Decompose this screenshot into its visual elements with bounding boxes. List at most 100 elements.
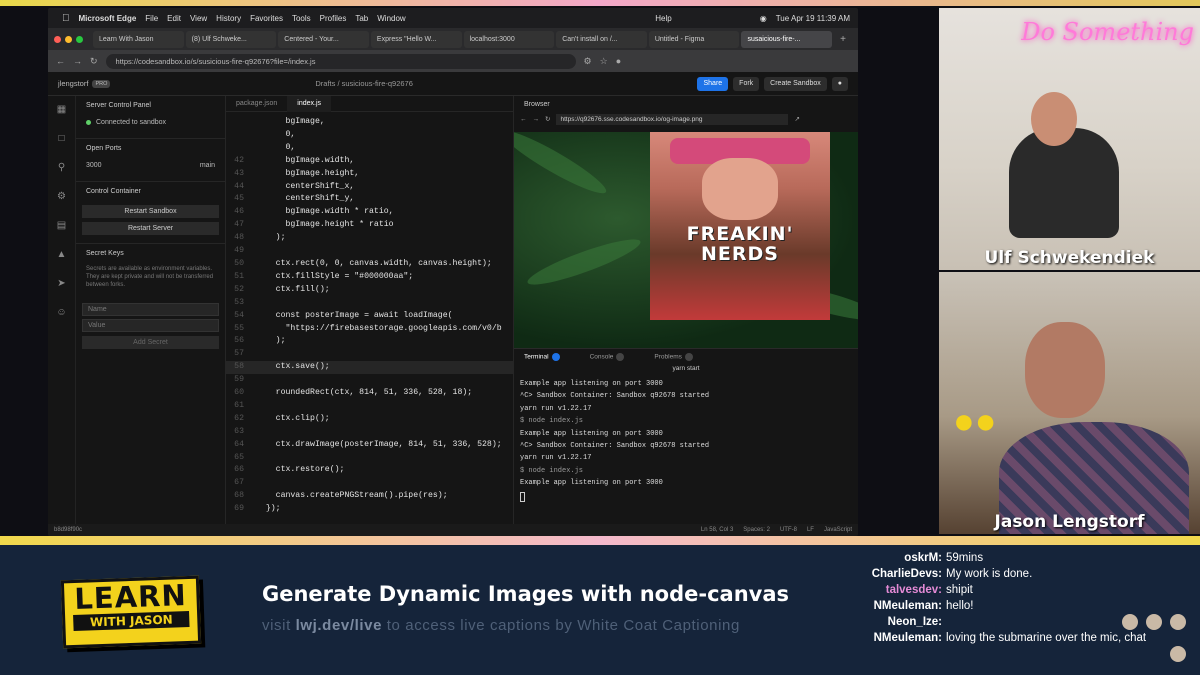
refresh-icon[interactable]: ↻ <box>90 56 98 67</box>
apple-icon[interactable]:  <box>62 13 70 24</box>
code-line[interactable]: 52 ctx.fill(); <box>226 284 513 297</box>
language-mode[interactable]: JavaScript <box>824 527 852 533</box>
code-line[interactable]: 68 canvas.createPNGStream().pipe(res); <box>226 490 513 503</box>
code-line[interactable]: 45 centerShift_y, <box>226 193 513 206</box>
minimize-window-icon[interactable] <box>65 35 72 43</box>
forward-icon[interactable]: → <box>73 56 82 66</box>
breadcrumb[interactable]: Drafts / susicious-fire-q92676 <box>315 79 413 88</box>
cursor-position[interactable]: Ln 58, Col 3 <box>701 527 733 533</box>
open-ports-heading[interactable]: Open Ports <box>76 139 225 158</box>
browser-tab[interactable]: Learn With Jason <box>93 30 184 48</box>
code-line[interactable]: bgImage, <box>226 116 513 129</box>
tab-terminal[interactable]: Terminal <box>524 353 560 361</box>
code-line[interactable]: 56 ); <box>226 335 513 348</box>
url-input[interactable]: https://codesandbox.io/s/susicious-fire-… <box>105 53 576 69</box>
control-container-heading[interactable]: Control Container <box>76 182 225 201</box>
code-line[interactable]: 0, <box>226 129 513 142</box>
menu-history[interactable]: History <box>216 14 241 23</box>
port-number[interactable]: 3000 <box>86 162 102 169</box>
indent-setting[interactable]: Spaces: 2 <box>743 527 770 533</box>
code-line[interactable]: 66 ctx.restore(); <box>226 464 513 477</box>
menu-edit[interactable]: Edit <box>167 14 181 23</box>
code-line[interactable]: 49 <box>226 245 513 258</box>
code-line[interactable]: 54 const posterImage = await loadImage( <box>226 310 513 323</box>
search-icon[interactable]: ⚲ <box>58 162 65 173</box>
notifications-icon[interactable]: ● <box>831 76 848 91</box>
code-line[interactable]: 44 centerShift_x, <box>226 181 513 194</box>
menu-window[interactable]: Window <box>377 14 405 23</box>
caption-link[interactable]: lwj.dev/live <box>296 617 382 634</box>
browser-tab[interactable]: Centered - Your... <box>278 30 369 48</box>
close-window-icon[interactable] <box>54 35 61 43</box>
maximize-window-icon[interactable] <box>76 35 83 43</box>
back-icon[interactable]: ← <box>56 56 65 66</box>
rocket-icon[interactable]: ➤ <box>57 278 65 289</box>
code-line[interactable]: 58 ctx.save(); <box>226 361 513 375</box>
chat-username[interactable]: NMeuleman: <box>860 600 942 612</box>
new-tab-icon[interactable]: + <box>834 34 852 45</box>
restart-sandbox-button[interactable]: Restart Sandbox <box>82 205 219 218</box>
code-line[interactable]: 64 ctx.drawImage(posterImage, 814, 51, 3… <box>226 439 513 452</box>
code-line[interactable]: 65 <box>226 452 513 465</box>
menu-file[interactable]: File <box>145 14 158 23</box>
preview-forward-icon[interactable]: → <box>533 116 540 123</box>
project-icon[interactable]: ▦ <box>57 104 66 115</box>
code-line[interactable]: 59 <box>226 374 513 387</box>
code-line[interactable]: 51 ctx.fillStyle = "#000000aa"; <box>226 271 513 284</box>
code-line[interactable]: 48 ); <box>226 232 513 245</box>
code-line[interactable]: 53 <box>226 297 513 310</box>
menu-help[interactable]: Help <box>655 14 671 23</box>
team-icon[interactable]: ☺ <box>56 307 66 318</box>
username[interactable]: jlengstorf <box>58 79 88 88</box>
code-line[interactable]: 67 <box>226 477 513 490</box>
line-ending[interactable]: LF <box>807 527 814 533</box>
code-line[interactable]: 43 bgImage.height, <box>226 168 513 181</box>
chat-username[interactable]: talvesdev: <box>860 584 942 596</box>
browser-tab[interactable]: Express "Hello W... <box>370 30 462 48</box>
open-external-icon[interactable]: ↗ <box>794 115 799 123</box>
browser-tab-active[interactable]: susaicious-fire-... <box>741 30 833 48</box>
menu-favorites[interactable]: Favorites <box>250 14 283 23</box>
code-line[interactable]: 57 <box>226 348 513 361</box>
code-lines[interactable]: bgImage, 0, 0, 42 bgImage.width, 43 bgImag… <box>226 112 513 516</box>
chat-username[interactable]: Neon_Ize: <box>860 616 942 628</box>
chat-username[interactable]: oskrM: <box>860 552 942 564</box>
browser-tab[interactable]: (8) Ulf Schweke... <box>185 30 277 48</box>
preview-url-input[interactable]: https://q92676.sse.codesandbox.io/og-ima… <box>556 113 789 125</box>
files-icon[interactable]: □ <box>58 133 64 144</box>
preview-refresh-icon[interactable]: ↻ <box>545 115 550 123</box>
code-line[interactable]: 55 "https://firebasestorage.googleapis.c… <box>226 323 513 336</box>
menu-view[interactable]: View <box>190 14 207 23</box>
terminal-output[interactable]: Example app listening on port 3000 ^C> Sa… <box>514 372 858 502</box>
deploy-icon[interactable]: ▲ <box>57 249 67 260</box>
preview-back-icon[interactable]: ← <box>520 116 527 123</box>
menu-tools[interactable]: Tools <box>292 14 311 23</box>
chat-username[interactable]: NMeuleman: <box>860 632 942 644</box>
tab-package-json[interactable]: package.json <box>226 100 287 107</box>
server-icon[interactable]: ▤ <box>57 220 66 231</box>
secret-value-input[interactable]: Value <box>82 319 219 332</box>
menu-app-name[interactable]: Microsoft Edge <box>79 14 137 23</box>
tab-problems[interactable]: Problems <box>654 353 693 361</box>
create-sandbox-button[interactable]: Create Sandbox <box>764 76 827 91</box>
tab-index-js[interactable]: index.js <box>287 96 331 112</box>
settings-icon[interactable]: ⚙ <box>57 191 66 202</box>
wifi-icon[interactable]: ◉ <box>760 14 767 23</box>
restart-server-button[interactable]: Restart Server <box>82 222 219 235</box>
fork-button[interactable]: Fork <box>733 76 760 91</box>
code-line[interactable]: 69 }); <box>226 503 513 516</box>
browser-tab[interactable]: localhost:3000 <box>463 30 555 48</box>
secret-name-input[interactable]: Name <box>82 303 219 316</box>
secret-keys-heading[interactable]: Secret Keys <box>76 244 225 263</box>
code-line[interactable]: 62 ctx.clip(); <box>226 413 513 426</box>
menu-profiles[interactable]: Profiles <box>320 14 347 23</box>
code-line[interactable]: 50 ctx.rect(0, 0, canvas.width, canvas.h… <box>226 258 513 271</box>
chat-username[interactable]: CharlieDevs: <box>860 568 942 580</box>
code-line[interactable]: 60 roundedRect(ctx, 814, 51, 336, 528, 1… <box>226 387 513 400</box>
tab-console[interactable]: Console <box>590 353 625 361</box>
encoding[interactable]: UTF-8 <box>780 527 797 533</box>
profile-icon[interactable]: ● <box>616 56 621 66</box>
browser-tab[interactable]: Can't install on /... <box>556 30 647 48</box>
code-line[interactable]: 42 bgImage.width, <box>226 155 513 168</box>
menu-clock[interactable]: Tue Apr 19 11:39 AM <box>776 14 850 23</box>
